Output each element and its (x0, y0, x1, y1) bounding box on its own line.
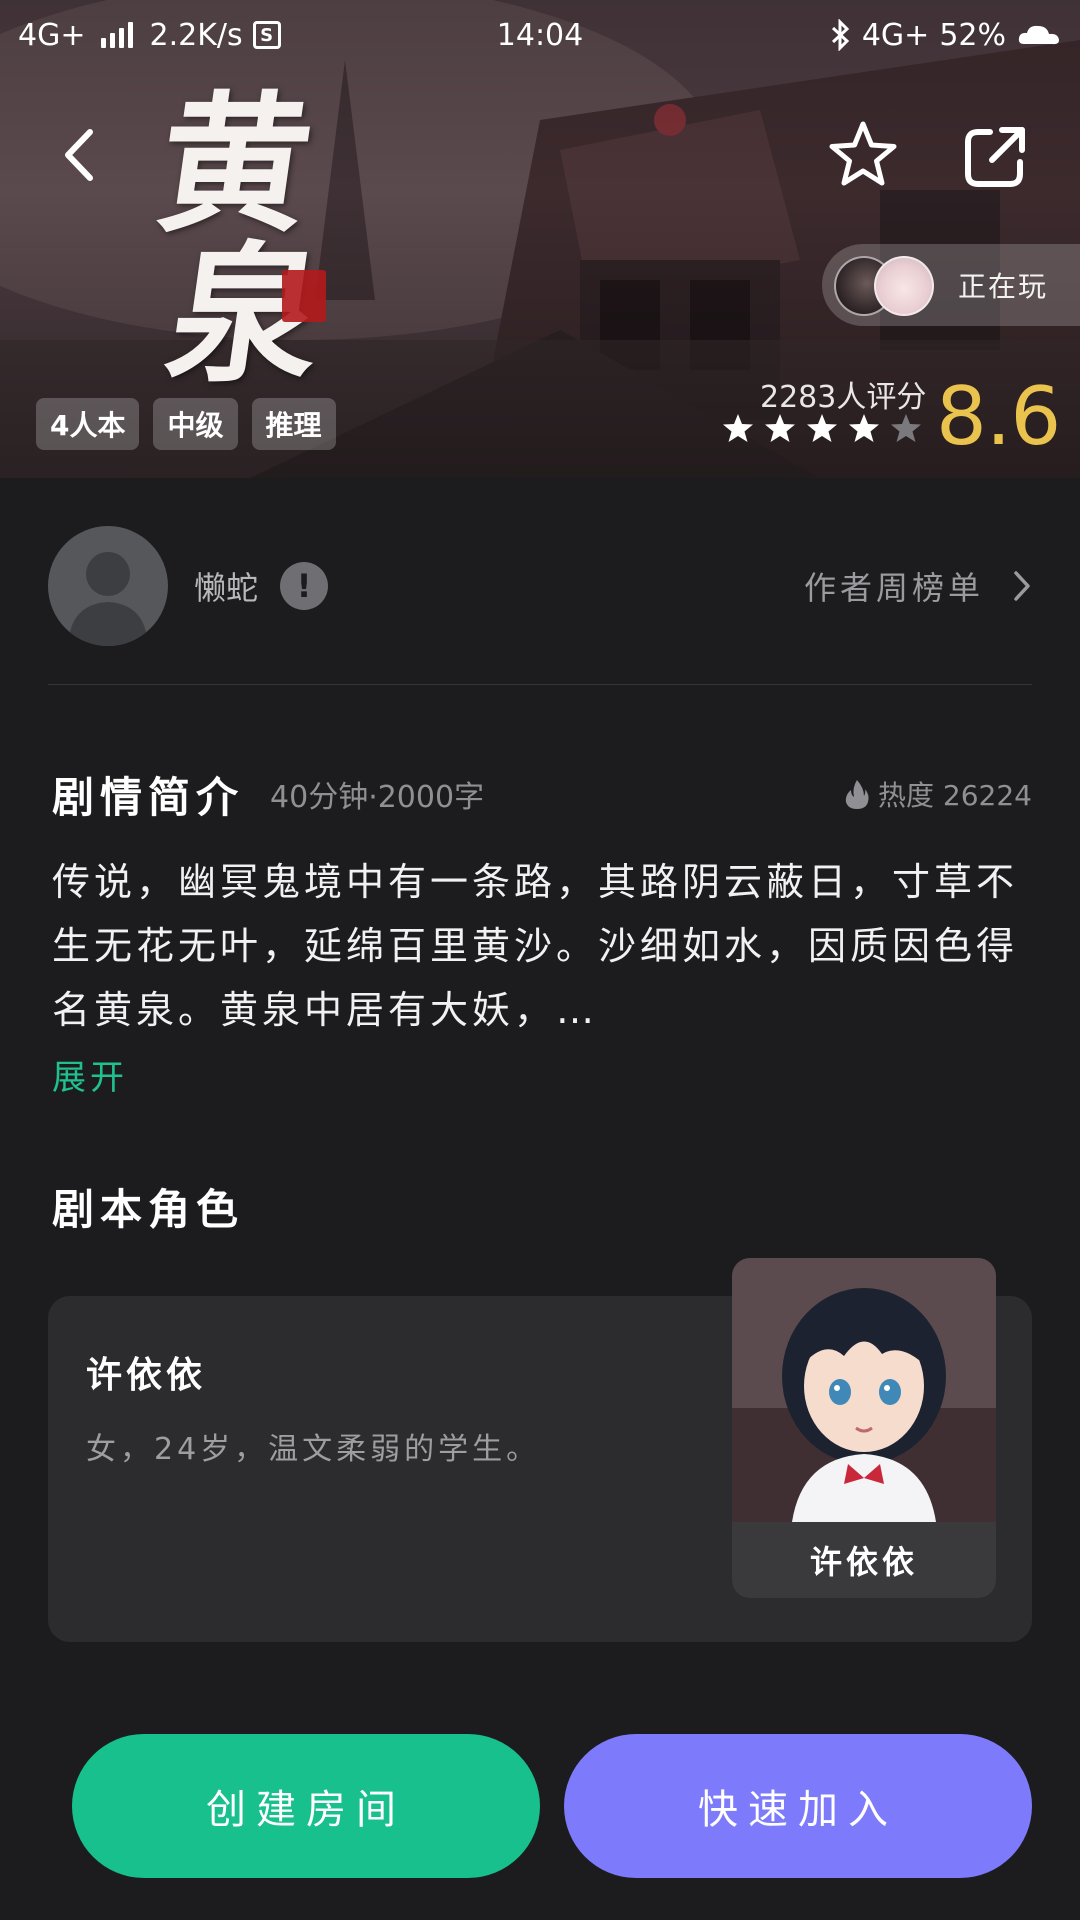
expand-button[interactable]: 展开 (52, 1050, 128, 1099)
back-button[interactable] (52, 120, 112, 190)
network-right-label: 4G+ (861, 17, 930, 53)
star-empty-icon (891, 414, 921, 442)
flame-icon (845, 780, 869, 809)
author-name[interactable]: 懒蛇 (194, 563, 258, 609)
synopsis-meta: 40分钟·2000字 (270, 780, 485, 815)
synopsis-title: 剧情简介 (52, 772, 245, 822)
cloud-icon (1018, 25, 1059, 45)
status-bar: 4G+ 2.2K/s S 14:04 4G+ 52% (0, 0, 1080, 70)
author-link-label: 作者周榜单 (803, 569, 984, 607)
player-avatars (834, 250, 944, 320)
tag-genre: 推理 (251, 398, 336, 450)
now-playing-pill[interactable]: 正在玩 (822, 244, 1080, 326)
divider (48, 684, 1032, 685)
role-portrait (732, 1258, 996, 1522)
tag-list: 4人本 中级 推理 (36, 398, 336, 450)
chevron-right-icon (1014, 571, 1030, 601)
speed-label: 2.2K/s (149, 17, 243, 53)
author-avatar[interactable] (48, 526, 168, 646)
script-title-logo: 黄 泉 (147, 70, 410, 403)
seal-stamp (282, 270, 326, 322)
app-s-icon: S (252, 21, 281, 49)
tag-difficulty: 中级 (153, 398, 238, 450)
heat-indicator: 热度 26224 (844, 774, 1032, 814)
role-name: 许依依 (86, 1355, 207, 1396)
synopsis-text: 传说，幽冥鬼境中有一条路，其路阴云蔽日，寸草不生无花无叶，延绵百里黄沙。沙细如水… (52, 860, 1019, 1032)
battery-label: 52% (939, 17, 1006, 53)
create-room-button[interactable]: 创建房间 (72, 1734, 540, 1878)
role-portrait-card[interactable]: 许依依 (732, 1258, 996, 1598)
now-playing-label: 正在玩 (958, 270, 1049, 303)
title-char-1: 黄 (147, 77, 323, 253)
star-filled-icon (849, 414, 879, 442)
script-detail-page: 4G+ 2.2K/s S 14:04 4G+ 52% 黄 泉 正在玩 4人本 中… (0, 0, 1080, 1920)
user-silhouette-icon (68, 552, 148, 646)
roles-title: 剧本角色 (52, 1185, 245, 1234)
star-filled-icon (807, 414, 837, 442)
role-description: 女，24岁，温文柔弱的学生。 (86, 1432, 541, 1467)
rating-stars (722, 412, 922, 444)
rating-score: 8.6 (936, 370, 1061, 463)
star-filled-icon (765, 414, 795, 442)
rating-count: 2283人评分 (760, 380, 927, 415)
share-button[interactable] (958, 120, 1032, 194)
author-row[interactable]: 懒蛇 ! 作者周榜单 (48, 526, 1032, 646)
hero-banner: 4G+ 2.2K/s S 14:04 4G+ 52% 黄 泉 正在玩 4人本 中… (0, 0, 1080, 478)
avatar (874, 256, 934, 316)
network-label: 4G+ (18, 17, 86, 53)
bluetooth-icon (831, 19, 849, 51)
tag-players: 4人本 (36, 398, 140, 450)
author-weekly-ranking-link[interactable]: 作者周榜单 (804, 563, 1032, 609)
heat-value: 热度 26224 (878, 779, 1032, 812)
role-portrait-name: 许依依 (809, 1543, 918, 1581)
favorite-button[interactable] (826, 118, 900, 192)
clock: 14:04 (496, 17, 584, 53)
star-filled-icon (723, 414, 753, 442)
quick-join-button[interactable]: 快速加入 (564, 1734, 1032, 1878)
warning-icon[interactable]: ! (280, 562, 329, 610)
signal-icon (101, 22, 134, 48)
synopsis-header: 剧情简介 40分钟·2000字 热度 26224 (52, 764, 1032, 824)
